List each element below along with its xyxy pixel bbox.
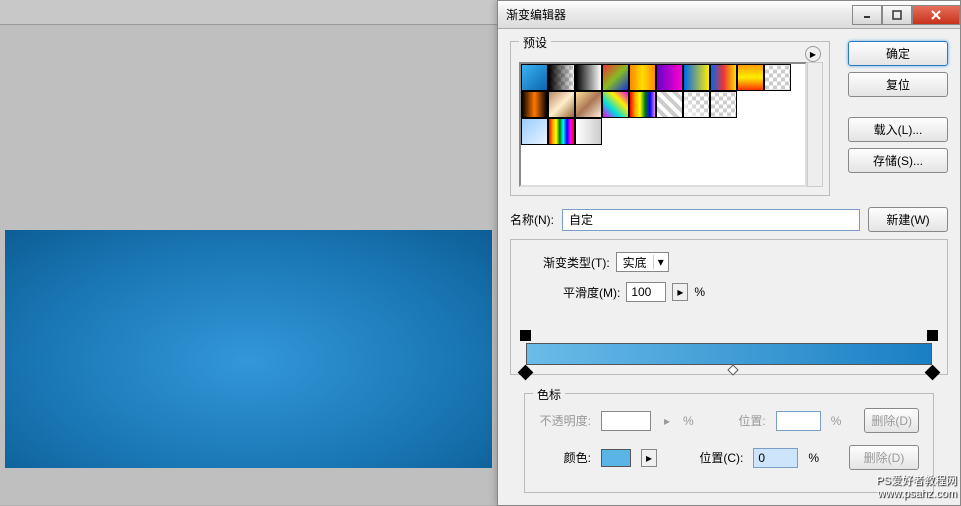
preset-swatch[interactable] bbox=[602, 91, 629, 118]
smoothness-arrow-icon[interactable]: ▸ bbox=[672, 283, 688, 301]
preset-swatch[interactable] bbox=[629, 64, 656, 91]
name-input[interactable] bbox=[562, 209, 860, 231]
preset-scrollbar[interactable] bbox=[807, 62, 823, 187]
canvas-toolbar bbox=[0, 0, 497, 25]
minimize-button[interactable] bbox=[852, 5, 882, 25]
save-button[interactable]: 存储(S)... bbox=[848, 148, 948, 173]
canvas-background bbox=[0, 0, 497, 505]
preset-swatch[interactable] bbox=[656, 91, 683, 118]
load-button[interactable]: 载入(L)... bbox=[848, 117, 948, 142]
opacity-stop-right[interactable] bbox=[927, 330, 938, 341]
window-title: 渐变编辑器 bbox=[506, 6, 852, 23]
gradient-type-select[interactable]: 实底 ▾ bbox=[616, 252, 669, 272]
preset-menu-icon[interactable]: ▶ bbox=[805, 46, 821, 62]
opacity-delete-button: 删除(D) bbox=[864, 408, 919, 433]
opacity-location-input bbox=[776, 411, 821, 431]
preset-swatch[interactable] bbox=[764, 64, 791, 91]
preset-swatch[interactable] bbox=[683, 64, 710, 91]
chevron-down-icon: ▾ bbox=[653, 255, 668, 269]
smoothness-label: 平滑度(M): bbox=[563, 284, 620, 301]
preset-swatches[interactable] bbox=[519, 62, 807, 187]
presets-group: 预设 ▶ bbox=[510, 41, 830, 196]
presets-label: 预设 bbox=[519, 34, 551, 51]
color-arrow-icon[interactable]: ▸ bbox=[641, 449, 657, 467]
maximize-button[interactable] bbox=[882, 5, 912, 25]
close-button[interactable] bbox=[912, 5, 960, 25]
preset-swatch[interactable] bbox=[683, 91, 710, 118]
midpoint-marker[interactable] bbox=[727, 364, 738, 375]
preset-swatch[interactable] bbox=[521, 118, 548, 145]
preset-swatch[interactable] bbox=[737, 64, 764, 91]
gradient-bar-area bbox=[510, 329, 948, 379]
stops-group: 色标 不透明度: ▸ % 位置: % 删除(D) 颜色: ▸ bbox=[524, 393, 934, 493]
reset-button[interactable]: 复位 bbox=[848, 72, 948, 97]
watermark: PS爱好者教程网 www.psahz.com bbox=[876, 475, 957, 501]
preset-swatch[interactable] bbox=[602, 64, 629, 91]
smoothness-input[interactable] bbox=[626, 282, 666, 302]
preset-swatch[interactable] bbox=[710, 64, 737, 91]
opacity-input bbox=[601, 411, 651, 431]
color-location-input[interactable] bbox=[753, 448, 798, 468]
gradient-bar[interactable] bbox=[526, 343, 932, 365]
color-stop-left[interactable] bbox=[520, 367, 531, 378]
gradient-editor-dialog: 渐变编辑器 预设 ▶ bbox=[497, 0, 961, 506]
name-label: 名称(N): bbox=[510, 211, 554, 228]
preset-swatch[interactable] bbox=[521, 91, 548, 118]
preset-swatch[interactable] bbox=[575, 64, 602, 91]
opacity-location-label: 位置: bbox=[714, 412, 766, 429]
gradient-result-preview bbox=[5, 230, 492, 468]
opacity-location-unit: % bbox=[831, 414, 842, 428]
color-label: 颜色: bbox=[539, 449, 591, 466]
preset-swatch[interactable] bbox=[548, 64, 575, 91]
preset-swatch[interactable] bbox=[629, 91, 656, 118]
opacity-label: 不透明度: bbox=[539, 412, 591, 429]
preset-swatch[interactable] bbox=[548, 118, 575, 145]
preset-swatch[interactable] bbox=[548, 91, 575, 118]
titlebar[interactable]: 渐变编辑器 bbox=[498, 1, 960, 29]
smoothness-unit: % bbox=[694, 285, 705, 299]
chevron-right-icon: ▸ bbox=[661, 414, 673, 428]
preset-swatch[interactable] bbox=[656, 64, 683, 91]
color-location-unit: % bbox=[808, 451, 819, 465]
preset-swatch[interactable] bbox=[575, 118, 602, 145]
opacity-unit: % bbox=[683, 414, 694, 428]
color-swatch[interactable] bbox=[601, 449, 631, 467]
preset-swatch[interactable] bbox=[575, 91, 602, 118]
preset-swatch[interactable] bbox=[521, 64, 548, 91]
preset-swatch[interactable] bbox=[710, 91, 737, 118]
stops-label: 色标 bbox=[533, 386, 565, 403]
color-stop-right[interactable] bbox=[927, 367, 938, 378]
color-delete-button: 删除(D) bbox=[849, 445, 919, 470]
ok-button[interactable]: 确定 bbox=[848, 41, 948, 66]
color-location-label: 位置(C): bbox=[691, 449, 743, 466]
opacity-stop-left[interactable] bbox=[520, 330, 531, 341]
gradient-type-label: 渐变类型(T): bbox=[543, 254, 610, 271]
new-button[interactable]: 新建(W) bbox=[868, 207, 948, 232]
